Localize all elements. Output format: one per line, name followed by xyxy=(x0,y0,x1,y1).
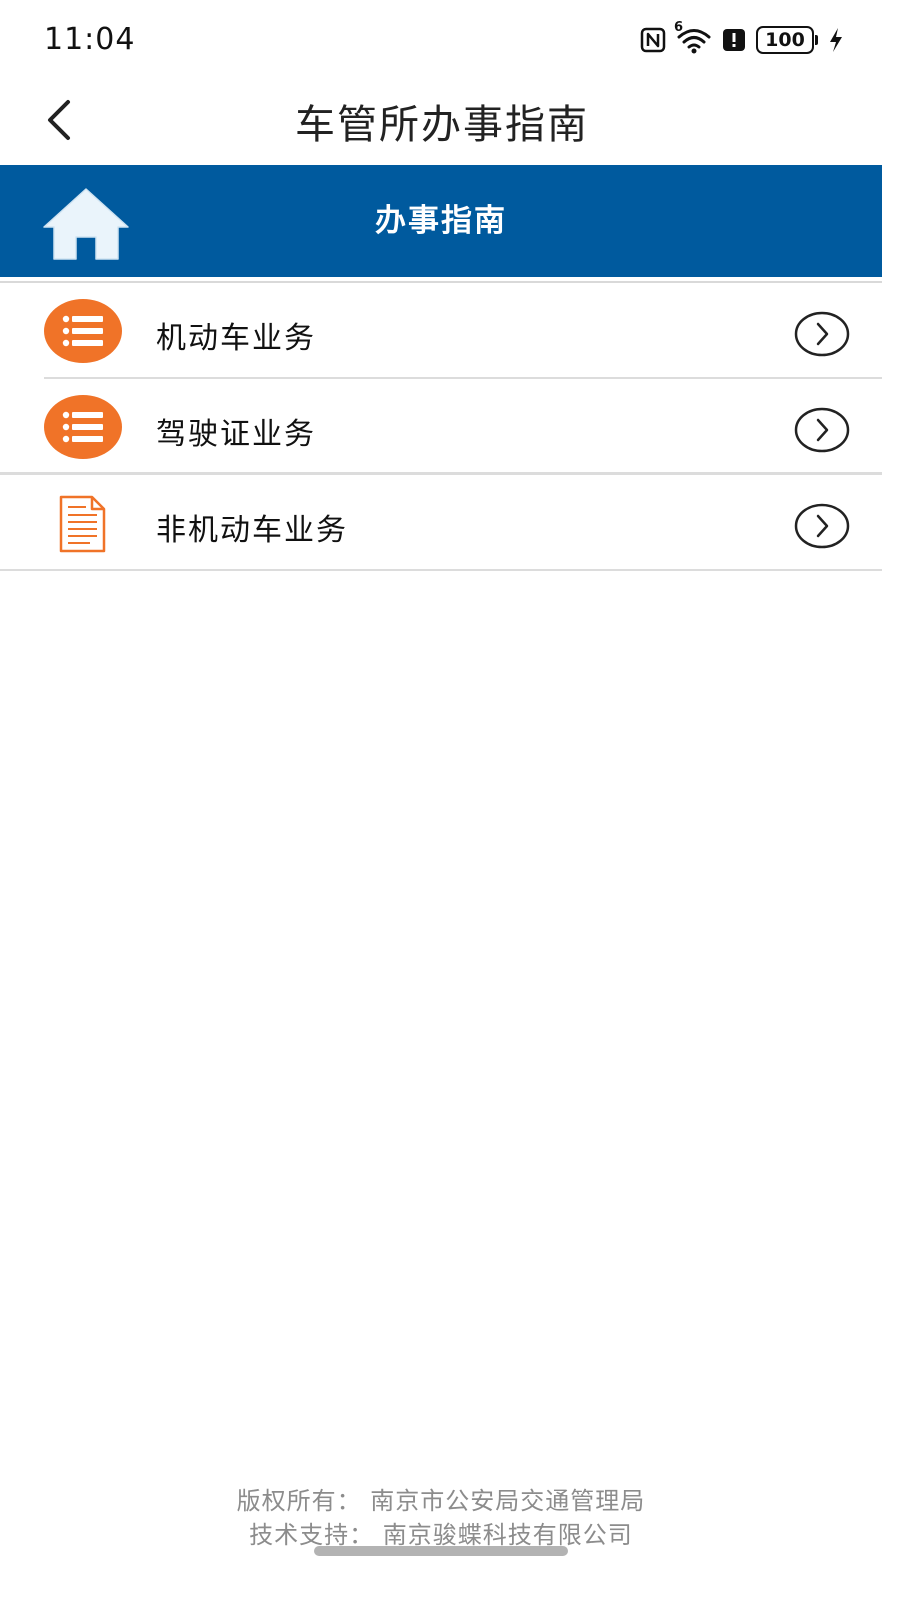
list-item-motor-vehicle[interactable]: 机动车业务 xyxy=(0,283,882,379)
list-item-label: 驾驶证业务 xyxy=(156,417,316,452)
alert-icon xyxy=(722,28,746,52)
battery-tip xyxy=(815,35,818,45)
charging-icon xyxy=(828,27,844,53)
signal-label: 6 xyxy=(674,20,684,35)
battery-level: 100 xyxy=(756,26,814,54)
chevron-right-icon[interactable] xyxy=(794,311,850,357)
list-item-driver-license[interactable]: 驾驶证业务 xyxy=(0,379,882,475)
status-bar: 11:04 6 100 xyxy=(0,0,900,82)
home-indicator[interactable] xyxy=(314,1546,568,1556)
chevron-right-icon[interactable] xyxy=(794,407,850,453)
status-icons: 6 100 xyxy=(640,20,844,54)
list-icon xyxy=(44,395,122,459)
copyright-text: 版权所有： 南京市公安局交通管理局 xyxy=(236,1487,646,1515)
list-icon xyxy=(44,299,122,363)
battery-icon: 100 xyxy=(756,26,818,54)
list-item-non-motor-vehicle[interactable]: 非机动车业务 xyxy=(0,475,882,571)
chevron-right-icon[interactable] xyxy=(794,503,850,549)
banner: 办事指南 xyxy=(0,165,882,277)
list-item-label: 非机动车业务 xyxy=(156,513,348,548)
list-item-label: 机动车业务 xyxy=(156,321,316,356)
status-time: 11:04 xyxy=(44,22,136,57)
page-title: 车管所办事指南 xyxy=(295,102,589,148)
wifi-icon: 6 xyxy=(674,20,712,54)
document-icon xyxy=(44,491,122,555)
footer: 版权所有： 南京市公安局交通管理局 技术支持： 南京骏蝶科技有限公司 xyxy=(0,1484,882,1552)
banner-title: 办事指南 xyxy=(375,203,507,239)
nfc-icon xyxy=(640,27,666,53)
title-bar: 车管所办事指南 xyxy=(0,82,900,166)
guide-list: 机动车业务 驾驶证业务 非机动车业务 xyxy=(0,281,882,571)
divider xyxy=(0,569,882,571)
